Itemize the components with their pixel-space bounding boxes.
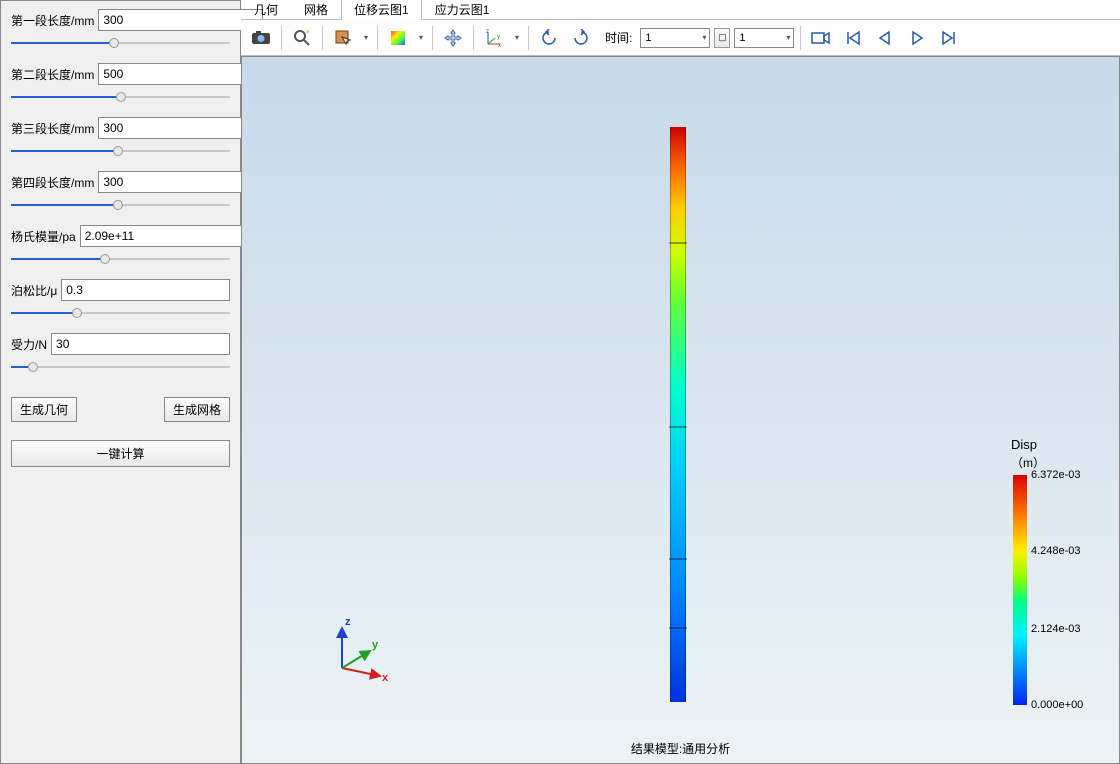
axis-view-icon[interactable]: z yx	[480, 24, 508, 52]
step-down-button[interactable]: ▢	[714, 28, 730, 48]
dropdown-arrow-icon[interactable]: ▾	[512, 33, 522, 42]
toolbar-separator	[432, 26, 433, 50]
param-input[interactable]	[98, 171, 263, 193]
dropdown-arrow-icon[interactable]: ▾	[361, 33, 371, 42]
play-icon[interactable]	[903, 24, 931, 52]
param-slider[interactable]	[11, 145, 230, 157]
compute-row: 一键计算	[11, 440, 230, 467]
record-icon[interactable]	[807, 24, 835, 52]
param-slider[interactable]	[11, 361, 230, 373]
legend-tick: 2.124e-03	[1031, 623, 1081, 635]
param-input[interactable]	[61, 279, 230, 301]
step-dropdown[interactable]: 1	[734, 28, 794, 48]
sidebar: 第一段长度/mm 第二段长度/mm 第三段长度/mm 第四段长度/mm	[0, 0, 241, 764]
selection-icon[interactable]	[329, 24, 357, 52]
legend-tick: 4.248e-03	[1031, 545, 1081, 557]
svg-text:z: z	[486, 29, 489, 35]
param-label: 第三段长度/mm	[11, 120, 94, 137]
viewport-toolbar: ▾ ▾ z yx ▾ 时间: 1 ▢ 1	[241, 20, 1120, 56]
play-reverse-icon[interactable]	[871, 24, 899, 52]
axis-triad: z y x	[332, 613, 402, 683]
tab-3[interactable]: 应力云图1	[422, 0, 503, 20]
legend-title: Disp	[1011, 437, 1101, 452]
svg-text:x: x	[498, 43, 501, 47]
dropdown-arrow-icon[interactable]: ▾	[416, 33, 426, 42]
svg-text:z: z	[345, 616, 351, 628]
param-label: 杨氏模量/pa	[11, 228, 76, 245]
main-area: 几何网格位移云图1应力云图1 ▾ ▾ zyx ▾	[241, 0, 1120, 764]
toolbar-separator	[281, 26, 282, 50]
param-label: 受力/N	[11, 336, 47, 353]
toolbar-separator	[528, 26, 529, 50]
tab-0[interactable]: 几何	[241, 0, 291, 20]
tab-2[interactable]: 位移云图1	[341, 0, 422, 20]
param-row: 泊松比/μ	[11, 279, 230, 319]
skip-end-icon[interactable]	[935, 24, 963, 52]
toolbar-separator	[322, 26, 323, 50]
toolbar-separator	[377, 26, 378, 50]
svg-text:x: x	[382, 672, 389, 684]
legend-tick: 0.000e+00	[1031, 699, 1083, 711]
toolbar-separator	[473, 26, 474, 50]
legend-tick: 6.372e-03	[1031, 469, 1081, 481]
param-row: 受力/N	[11, 333, 230, 373]
skip-start-icon[interactable]	[839, 24, 867, 52]
toolbar-separator	[800, 26, 801, 50]
param-row: 杨氏模量/pa	[11, 225, 230, 265]
param-row: 第四段长度/mm	[11, 171, 230, 211]
zoom-icon[interactable]	[288, 24, 316, 52]
move-icon[interactable]	[439, 24, 467, 52]
param-label: 第一段长度/mm	[11, 12, 94, 29]
param-row: 第一段长度/mm	[11, 9, 230, 49]
beam-result	[670, 127, 686, 702]
rotate-cw-icon[interactable]	[567, 24, 595, 52]
param-row: 第二段长度/mm	[11, 63, 230, 103]
param-input[interactable]	[98, 63, 263, 85]
screenshot-icon[interactable]	[247, 24, 275, 52]
svg-text:y: y	[497, 34, 500, 40]
param-slider[interactable]	[11, 199, 230, 211]
time-dropdown[interactable]: 1	[640, 28, 710, 48]
generate-mesh-button[interactable]: 生成网格	[164, 397, 230, 422]
generate-buttons-row: 生成几何 生成网格	[11, 397, 230, 422]
result-viewport[interactable]: z y x 结果模型:通用分析 Disp （m） 6.372e-034.248e…	[241, 56, 1120, 764]
generate-geometry-button[interactable]: 生成几何	[11, 397, 77, 422]
compute-button[interactable]: 一键计算	[11, 440, 230, 467]
param-slider[interactable]	[11, 253, 230, 265]
color-legend: Disp （m） 6.372e-034.248e-032.124e-030.00…	[1011, 437, 1101, 705]
svg-text:y: y	[372, 639, 379, 651]
param-slider[interactable]	[11, 307, 230, 319]
time-label: 时间:	[605, 29, 632, 46]
result-tabs: 几何网格位移云图1应力云图1	[241, 0, 1120, 20]
param-slider[interactable]	[11, 91, 230, 103]
cube-render-icon[interactable]	[384, 24, 412, 52]
param-row: 第三段长度/mm	[11, 117, 230, 157]
param-label: 第二段长度/mm	[11, 66, 94, 83]
param-slider[interactable]	[11, 37, 230, 49]
legend-colorbar: 6.372e-034.248e-032.124e-030.000e+00	[1013, 475, 1027, 705]
param-input[interactable]	[51, 333, 230, 355]
param-label: 第四段长度/mm	[11, 174, 94, 191]
tab-1[interactable]: 网格	[291, 0, 341, 20]
param-label: 泊松比/μ	[11, 282, 57, 299]
rotate-ccw-icon[interactable]	[535, 24, 563, 52]
param-input[interactable]	[98, 9, 263, 31]
param-input[interactable]	[80, 225, 245, 247]
viewport-caption: 结果模型:通用分析	[242, 740, 1119, 757]
param-input[interactable]	[98, 117, 263, 139]
